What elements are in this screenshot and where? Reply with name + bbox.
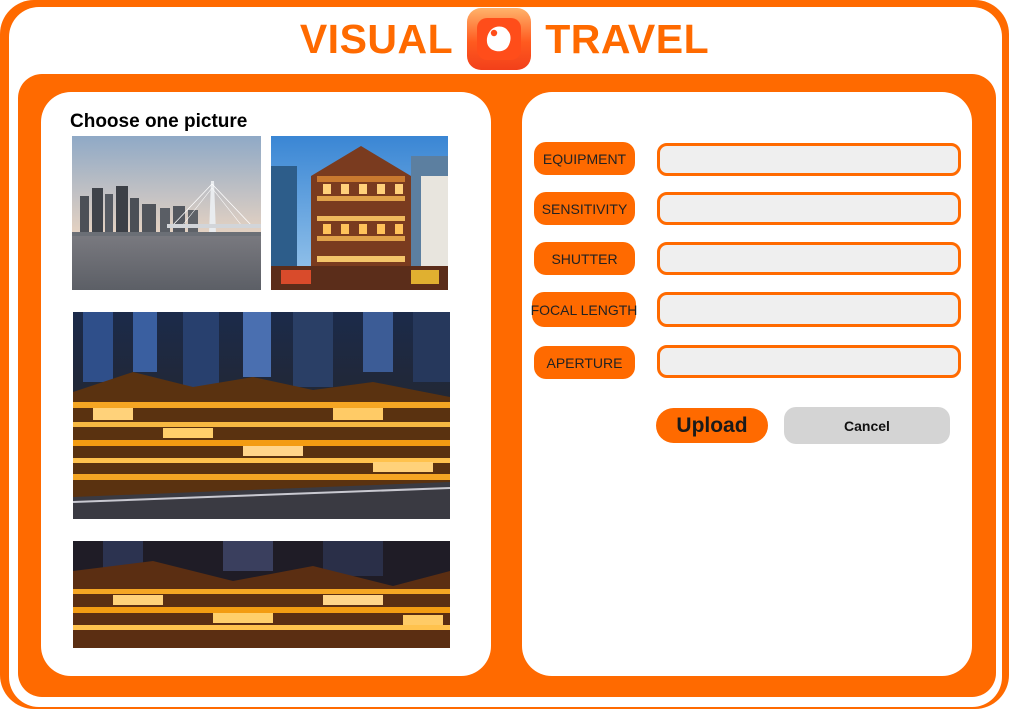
label-sensitivity: SENSITIVITY — [534, 192, 635, 225]
aperture-field[interactable] — [657, 345, 961, 378]
label-focal-length: FOCAL LENGTH — [531, 292, 637, 327]
photo-hongyadong-night-2[interactable] — [73, 541, 450, 648]
label-aperture: APERTURE — [534, 346, 635, 379]
shutter-field[interactable] — [657, 242, 961, 275]
cancel-button[interactable]: Cancel — [784, 407, 950, 444]
label-equipment: EQUIPMENT — [534, 142, 635, 175]
image-icon — [73, 312, 450, 519]
gallery-heading: Choose one picture — [70, 111, 248, 132]
logo-inner — [477, 18, 522, 60]
image-icon — [271, 136, 448, 290]
photo-river-bridge[interactable] — [72, 136, 261, 290]
form-panel — [522, 92, 972, 676]
photo-hongyadong-night[interactable] — [73, 312, 450, 519]
upload-button[interactable]: Upload — [656, 408, 768, 443]
title-travel: TRAVEL — [545, 15, 710, 62]
logo-blob-shape — [487, 26, 511, 52]
camera-blob-icon — [467, 8, 532, 70]
label-shutter: SHUTTER — [534, 242, 635, 275]
photo-hongyadong-day[interactable] — [271, 136, 448, 290]
focal-length-field[interactable] — [657, 292, 961, 327]
equipment-field[interactable] — [657, 143, 961, 176]
image-icon — [72, 136, 261, 290]
image-icon — [73, 541, 450, 648]
sensitivity-field[interactable] — [657, 192, 961, 225]
app-header: VISUAL TRAVEL — [0, 8, 1009, 70]
title-visual: VISUAL — [299, 15, 454, 62]
